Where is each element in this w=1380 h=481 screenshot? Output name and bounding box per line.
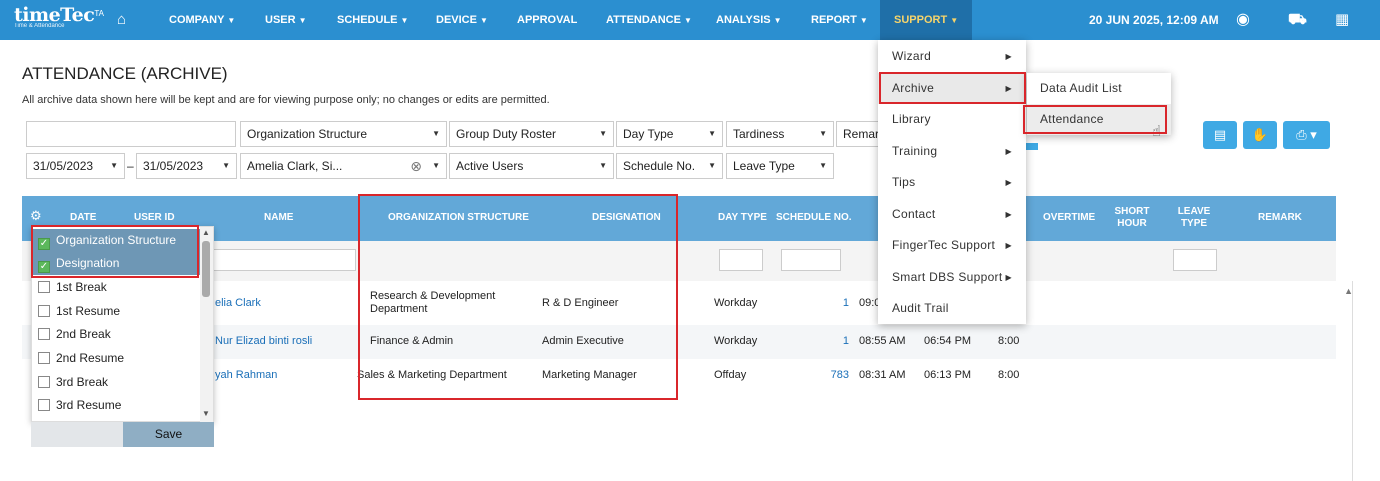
nav-attendance[interactable]: ATTENDANCE ▼ <box>606 0 692 40</box>
table-filter-row <box>22 241 1336 281</box>
table-header: ⚙ DATE USER ID NAME ORGANIZATION STRUCTU… <box>22 196 1336 241</box>
column-option-1st-break[interactable]: 1st Break <box>32 276 202 299</box>
pointer-cursor-icon: ☝ <box>1152 123 1162 140</box>
table-row[interactable]: yah Rahman Sales & Marketing Department … <box>22 359 1336 393</box>
current-datetime: 20 JUN 2025, 12:09 AM <box>1089 13 1219 27</box>
support-dropdown-menu: Wizard ▶ Archive ▶ Library Training ▶ Tips ▶… <box>878 40 1026 324</box>
column-option-3rd-break[interactable]: 3rd Break <box>32 371 202 394</box>
menu-item-archive[interactable]: Archive ▶ <box>878 73 1026 104</box>
column-option-org-structure[interactable]: ✓ Organization Structure <box>32 229 202 252</box>
save-button[interactable]: Save <box>123 422 214 447</box>
clear-icon[interactable]: ⊗ <box>410 154 422 178</box>
table-row[interactable]: elia Clark Research & Development Depart… <box>22 281 1336 325</box>
nav-report[interactable]: REPORT ▼ <box>811 0 868 40</box>
scroll-down-icon[interactable]: ▼ <box>202 409 210 418</box>
nav-schedule[interactable]: SCHEDULE ▼ <box>337 0 408 40</box>
filter-button-edge[interactable] <box>1026 143 1038 150</box>
chooser-scroll-thumb[interactable] <box>202 241 210 297</box>
submenu-item-data-audit-list[interactable]: Data Audit List <box>1027 73 1171 104</box>
scrollbar-track[interactable] <box>1352 281 1353 481</box>
name-filter-input[interactable] <box>212 249 356 271</box>
schedule-no-filter[interactable]: Schedule No. ▼ <box>616 153 723 179</box>
nav-user[interactable]: USER ▼ <box>265 0 306 40</box>
day-type-filter[interactable]: Day Type ▼ <box>616 121 723 147</box>
menu-item-contact[interactable]: Contact ▶ <box>878 199 1026 230</box>
active-users-filter[interactable]: Active Users ▼ <box>449 153 614 179</box>
menu-item-wizard[interactable]: Wizard ▶ <box>878 41 1026 72</box>
table-row[interactable]: Nur Elizad binti rosli Finance & Admin A… <box>22 325 1336 359</box>
schedule-filter-input[interactable] <box>781 249 841 271</box>
tardiness-filter[interactable]: Tardiness ▼ <box>726 121 834 147</box>
cart-icon[interactable]: ⛟ <box>1288 0 1307 40</box>
chooser-scrollbar[interactable]: ▲ ▼ <box>200 227 213 423</box>
day-type-filter-input[interactable] <box>719 249 763 271</box>
search-input[interactable] <box>26 121 236 147</box>
leave-type-filter-input[interactable] <box>1173 249 1217 271</box>
menu-item-audit-trail[interactable]: Audit Trail <box>878 293 1026 324</box>
page-title: ATTENDANCE (ARCHIVE) <box>22 64 228 83</box>
column-settings-gear-icon[interactable]: ⚙ <box>30 209 42 222</box>
column-option-2nd-resume[interactable]: 2nd Resume <box>32 347 202 370</box>
print-icon[interactable]: ⎙ ▾ <box>1283 121 1330 149</box>
user-select[interactable]: Amelia Clark, Si... ⊗ ▼ <box>240 153 447 179</box>
submenu-item-attendance[interactable]: Attendance <box>1027 104 1171 135</box>
nav-company[interactable]: COMPANY ▼ <box>169 0 235 40</box>
column-option-3rd-resume[interactable]: 3rd Resume <box>32 394 202 417</box>
group-duty-roster-filter[interactable]: Group Duty Roster ▼ <box>449 121 614 147</box>
column-option-designation[interactable]: ✓ Designation <box>32 252 202 275</box>
settings-hand-icon[interactable]: ✋ <box>1243 121 1277 149</box>
nav-approval[interactable]: APPROVAL <box>517 0 577 40</box>
user-profile-icon[interactable]: ◉ <box>1236 0 1250 40</box>
nav-support[interactable]: SUPPORT ▼ <box>880 0 973 40</box>
apps-grid-icon[interactable]: ▦ <box>1335 0 1349 40</box>
date-from-select[interactable]: 31/05/2023 ▼ <box>26 153 125 179</box>
column-option-1st-resume[interactable]: 1st Resume <box>32 300 202 323</box>
menu-item-training[interactable]: Training ▶ <box>878 136 1026 167</box>
date-to-select[interactable]: 31/05/2023 ▼ <box>136 153 237 179</box>
org-structure-filter[interactable]: Organization Structure ▼ <box>240 121 447 147</box>
column-option-2nd-break[interactable]: 2nd Break <box>32 323 202 346</box>
leave-type-filter[interactable]: Leave Type ▼ <box>726 153 834 179</box>
remark-filter[interactable]: Remar <box>836 121 878 147</box>
nav-analysis[interactable]: ANALYSIS ▼ <box>716 0 782 40</box>
menu-item-library[interactable]: Library <box>878 104 1026 135</box>
brand-logo[interactable]: timeTecTA Time & Attendance <box>14 4 104 29</box>
nav-device[interactable]: DEVICE ▼ <box>436 0 488 40</box>
menu-item-smart-dbs-support[interactable]: Smart DBS Support ▶ <box>878 262 1026 293</box>
home-icon[interactable]: ⌂ <box>117 0 126 40</box>
export-file-icon[interactable]: ▤ <box>1203 121 1237 149</box>
menu-item-tips[interactable]: Tips ▶ <box>878 167 1026 198</box>
archive-submenu: Data Audit List Attendance <box>1027 73 1171 135</box>
top-navbar: timeTecTA Time & Attendance ⌂ COMPANY ▼ U… <box>0 0 1380 40</box>
menu-item-fingertec-support[interactable]: FingerTec Support ▶ <box>878 230 1026 261</box>
column-chooser-panel: ✓ Organization Structure ✓ Designation 1st… <box>31 226 214 423</box>
archive-note: All archive data shown here will be kept… <box>22 94 550 106</box>
scroll-up-icon[interactable]: ▲ <box>202 228 210 237</box>
